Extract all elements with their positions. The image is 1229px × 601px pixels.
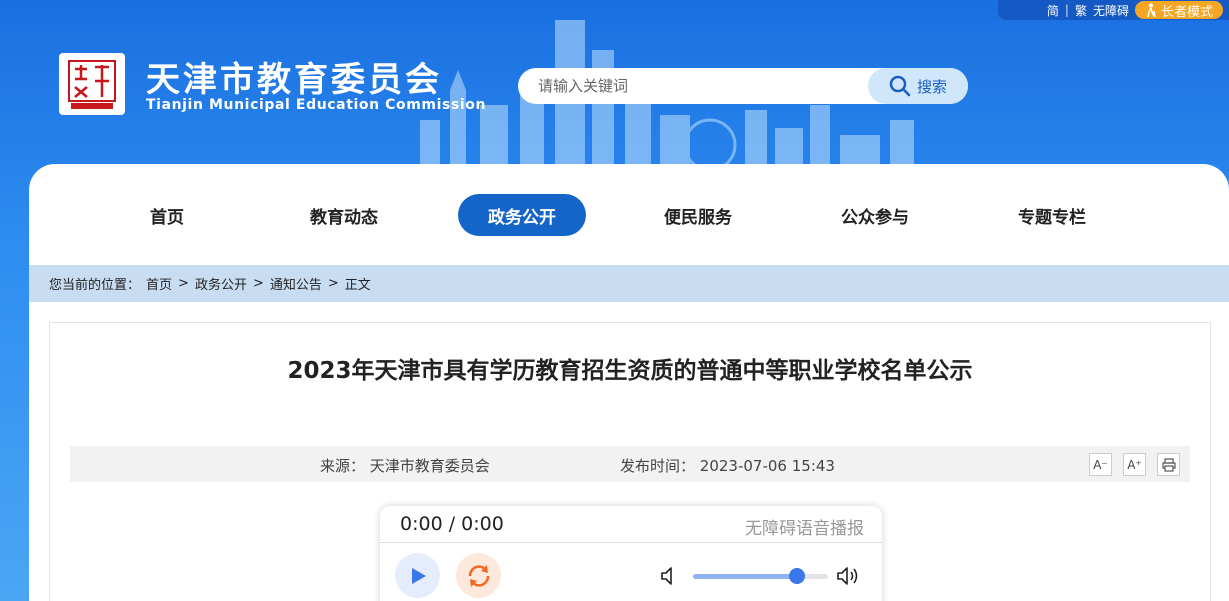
nav-item-government-affairs[interactable]: 政务公开	[458, 194, 586, 236]
breadcrumb-item-home[interactable]: 首页	[146, 274, 172, 293]
font-increase-button[interactable]: A⁺	[1123, 453, 1146, 476]
traditional-chinese-link[interactable]: 繁	[1075, 2, 1087, 19]
publish-time-value: 2023-07-06 15:43	[699, 457, 835, 475]
breadcrumb-item-government-affairs[interactable]: 政务公开	[195, 274, 247, 293]
volume-slider-handle[interactable]	[788, 568, 805, 584]
loop-icon	[468, 564, 489, 587]
site-subtitle: Tianjin Municipal Education Commission	[146, 97, 487, 113]
article-meta-bar: 来源： 天津市教育委员会 发布时间： 2023-07-06 15:43 A⁻ A…	[70, 446, 1190, 482]
volume-slider-fill	[693, 574, 797, 579]
publish-time-label: 发布时间：	[620, 457, 696, 475]
search-box: 搜索	[518, 68, 968, 104]
volume-slider[interactable]	[693, 568, 828, 584]
audio-player: 0:00 / 0:00 无障碍语音播报	[380, 506, 882, 601]
education-commission-seal-icon	[68, 60, 116, 109]
site-logo[interactable]	[59, 53, 125, 115]
breadcrumb: 您当前的位置： 首页 > 政务公开 > 通知公告 > 正文	[29, 265, 1229, 302]
breadcrumb-separator: >	[327, 276, 339, 291]
elder-mode-label: 长者模式	[1160, 4, 1213, 20]
breadcrumb-separator: >	[178, 276, 189, 291]
simplified-chinese-link[interactable]: 简	[1047, 2, 1059, 19]
search-icon	[889, 75, 911, 97]
print-button[interactable]	[1157, 453, 1180, 476]
breadcrumb-prefix: 您当前的位置：	[49, 278, 141, 293]
play-icon	[411, 567, 426, 584]
search-button-label: 搜索	[916, 77, 947, 96]
search-button[interactable]: 搜索	[868, 68, 968, 104]
source-value: 天津市教育委员会	[369, 457, 490, 475]
elder-icon	[1147, 3, 1156, 17]
nav-item-special-topics[interactable]: 专题专栏	[988, 194, 1116, 236]
top-utility-bar: 简 | 繁 无障碍 长者模式	[998, 0, 1229, 20]
print-icon	[1161, 457, 1176, 472]
separator: |	[1064, 3, 1069, 17]
player-time: 0:00 / 0:00	[400, 513, 504, 535]
article-container: 2023年天津市具有学历教育招生资质的普通中等职业学校名单公示 来源： 天津市教…	[49, 322, 1211, 601]
article-publish-time: 发布时间： 2023-07-06 15:43	[620, 455, 835, 476]
player-divider	[380, 542, 882, 543]
source-label: 来源：	[320, 457, 366, 475]
nav-item-home[interactable]: 首页	[103, 194, 231, 236]
nav-item-public-services[interactable]: 便民服务	[634, 194, 762, 236]
volume-low-icon	[661, 567, 672, 585]
nav-item-public-participation[interactable]: 公众参与	[811, 194, 939, 236]
article-source: 来源： 天津市教育委员会	[320, 455, 490, 476]
article-title: 2023年天津市具有学历教育招生资质的普通中等职业学校名单公示	[287, 358, 973, 384]
loop-button[interactable]	[456, 553, 501, 598]
breadcrumb-separator: >	[252, 276, 264, 291]
volume-high-icon	[837, 567, 858, 585]
nav-item-education-news[interactable]: 教育动态	[280, 194, 408, 236]
breadcrumb-item-notices[interactable]: 通知公告	[270, 274, 322, 293]
font-decrease-button[interactable]: A⁻	[1089, 453, 1112, 476]
main-card: 首页 教育动态 政务公开 便民服务 公众参与 专题专栏 您当前的位置： 首页 >…	[29, 164, 1229, 601]
breadcrumb-item-current: 正文	[344, 278, 371, 293]
site-title: 天津市教育委员会	[146, 60, 442, 100]
search-input[interactable]	[518, 68, 868, 104]
player-label: 无障碍语音播报	[745, 519, 864, 539]
volume-up-button[interactable]	[836, 565, 862, 591]
accessibility-link[interactable]: 无障碍	[1093, 2, 1129, 19]
elder-mode-button[interactable]: 长者模式	[1134, 1, 1223, 20]
volume-down-button[interactable]	[660, 566, 678, 590]
play-button[interactable]	[395, 553, 440, 598]
main-nav: 首页 教育动态 政务公开 便民服务 公众参与 专题专栏	[29, 164, 1229, 265]
